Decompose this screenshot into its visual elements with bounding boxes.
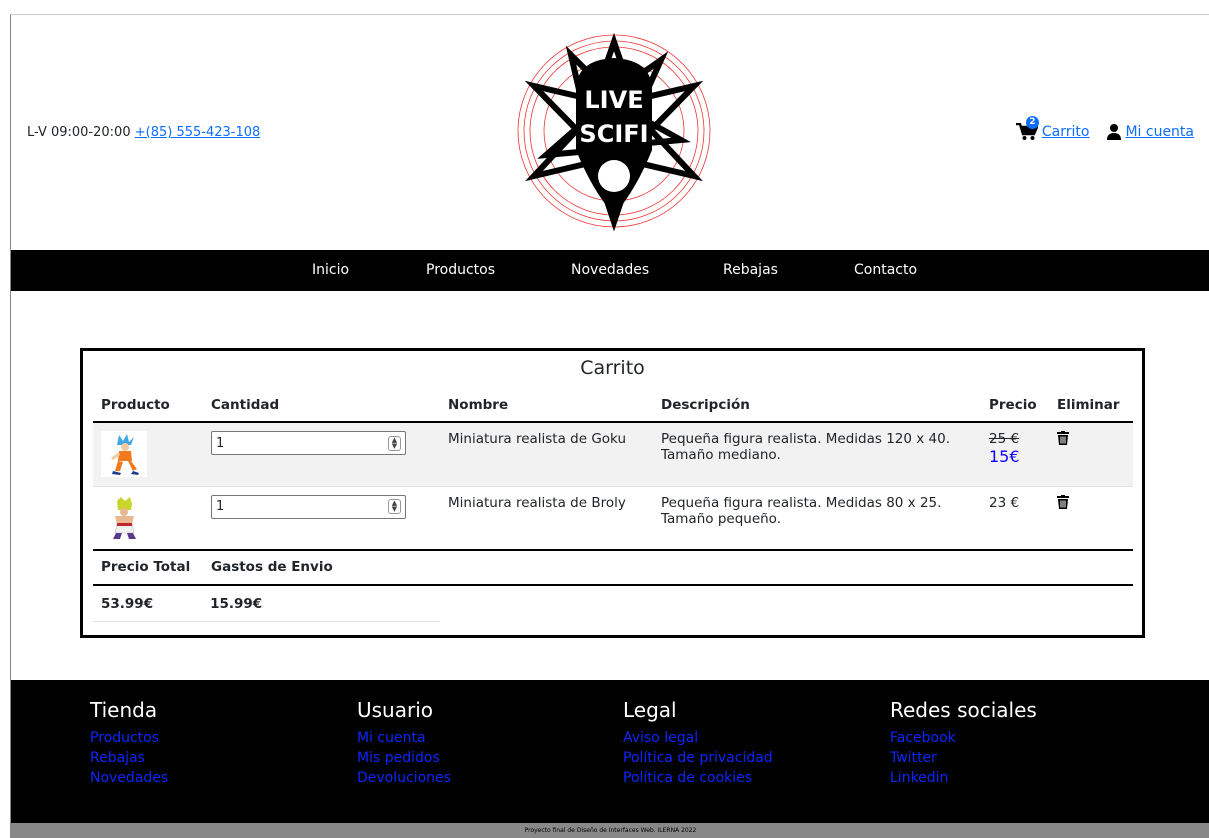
sale-price: 15€ (989, 447, 1020, 466)
cart-totals: Precio Total Gastos de Envio 53.99€ 15.9… (93, 550, 1133, 622)
trash-icon[interactable] (1057, 431, 1069, 445)
nav-item-inicio[interactable]: Inicio (312, 262, 349, 278)
footer-link-productos[interactable]: Productos (90, 728, 168, 748)
old-price: 25 € (989, 431, 1020, 447)
col-header-precio: Precio (989, 397, 1037, 413)
cart-table-header: Producto Cantidad Nombre Descripción Pre… (93, 389, 1133, 422)
shipping-value: 15.99€ (210, 595, 263, 612)
user-icon[interactable] (1107, 124, 1122, 140)
product-description: Pequeña figura realista. Medidas 80 x 25… (661, 494, 942, 527)
footer-link-novedades[interactable]: Novedades (90, 768, 168, 788)
total-value: 53.99€ (101, 595, 154, 612)
nav-item-novedades[interactable]: Novedades (571, 262, 649, 278)
footer-link-aviso-legal[interactable]: Aviso legal (623, 728, 773, 748)
footer-link-rebajas[interactable]: Rebajas (90, 748, 168, 768)
stepper-arrows-icon[interactable]: ▲ ▼ (388, 499, 401, 514)
quantity-value: 1 (216, 499, 225, 514)
footer-link-devoluciones[interactable]: Devoluciones (357, 768, 451, 788)
opening-hours-text: L-V 09:00-20:00 (27, 125, 131, 140)
cart-row: 1 ▲ ▼ Miniatura realista de Broly Pequeña… (93, 486, 1133, 550)
cart-title: Carrito (580, 357, 645, 379)
nav-item-rebajas[interactable]: Rebajas (723, 262, 778, 278)
account-link[interactable]: Mi cuenta (1125, 124, 1194, 140)
footer-link-cookies[interactable]: Política de cookies (623, 768, 773, 788)
col-header-nombre: Nombre (448, 397, 509, 413)
footer-column-tienda: Tienda Productos Rebajas Novedades (90, 698, 168, 788)
cart-icon[interactable]: 2 (1015, 116, 1039, 141)
col-header-descripcion: Descripción (661, 397, 750, 413)
stepper-arrows-icon[interactable]: ▲ ▼ (388, 435, 401, 451)
logo-text-scifi: SCIFI (579, 120, 648, 148)
site-logo[interactable]: LIVE SCIFI (516, 30, 712, 232)
footer-column-usuario: Usuario Mi cuenta Mis pedidos Devolucion… (357, 698, 451, 788)
price-cell: 25 € 15€ (981, 422, 1049, 486)
footer-link-privacidad[interactable]: Política de privacidad (623, 748, 773, 768)
footer-link-linkedin[interactable]: Linkedin (890, 768, 1037, 788)
trash-icon[interactable] (1057, 494, 1069, 509)
product-image-cell (93, 422, 203, 486)
col-header-producto: Producto (101, 397, 170, 413)
broly-figure-image[interactable] (101, 494, 147, 541)
logo-text-live: LIVE (584, 86, 643, 114)
quantity-value: 1 (216, 435, 225, 451)
col-header-eliminar: Eliminar (1057, 397, 1120, 413)
page: L-V 09:00-20:00 +(85) 555-423-108 LIVE S… (10, 14, 1209, 838)
footer-link-facebook[interactable]: Facebook (890, 728, 1037, 748)
shipping-label: Gastos de Envio (211, 559, 333, 575)
site-header: L-V 09:00-20:00 +(85) 555-423-108 LIVE S… (11, 15, 1209, 250)
cart-link[interactable]: Carrito (1042, 124, 1090, 140)
delete-cell (1049, 422, 1133, 486)
goku-figure-image[interactable] (101, 431, 147, 477)
footer-heading: Usuario (357, 698, 434, 722)
product-name: Miniatura realista de Broly (448, 494, 626, 511)
footer-heading: Redes sociales (890, 698, 1037, 722)
total-label: Precio Total (101, 559, 191, 575)
product-description: Pequeña figura realista. Medidas 120 x 4… (661, 431, 951, 463)
totals-values: 53.99€ 15.99€ (93, 586, 440, 622)
product-name: Miniatura realista de Goku (448, 431, 627, 447)
account-link-group: Mi cuenta (1107, 124, 1194, 140)
delete-cell (1049, 486, 1133, 550)
quantity-cell: 1 ▲ ▼ (203, 422, 440, 486)
cart-link-group: 2 Carrito (1015, 116, 1090, 141)
price-cell: 23 € (981, 486, 1049, 550)
phone-link[interactable]: +(85) 555-423-108 (135, 125, 261, 140)
footer-heading: Legal (623, 698, 677, 722)
cart-panel: Carrito Producto Cantidad Nombre Descrip… (80, 348, 1145, 638)
quantity-cell: 1 ▲ ▼ (203, 486, 440, 550)
main-nav: Inicio Productos Novedades Rebajas Conta… (11, 250, 1209, 291)
site-footer: Tienda Productos Rebajas Novedades Usuar… (11, 680, 1209, 823)
user-links: 2 Carrito Mi cuenta (1015, 116, 1194, 141)
price: 23 € (989, 494, 1020, 511)
cart-table: Producto Cantidad Nombre Descripción Pre… (93, 389, 1133, 551)
opening-hours: L-V 09:00-20:00 +(85) 555-423-108 (27, 125, 260, 140)
footer-link-mi-cuenta[interactable]: Mi cuenta (357, 728, 451, 748)
nav-item-contacto[interactable]: Contacto (854, 262, 917, 278)
cart-count-badge: 2 (1025, 116, 1039, 129)
product-image-cell (93, 486, 203, 550)
totals-header: Precio Total Gastos de Envio (93, 550, 1133, 586)
col-header-cantidad: Cantidad (211, 397, 280, 413)
quantity-stepper[interactable]: 1 ▲ ▼ (211, 431, 406, 455)
footer-column-redes: Redes sociales Facebook Twitter Linkedin (890, 698, 1037, 788)
footer-link-twitter[interactable]: Twitter (890, 748, 1037, 768)
footer-heading: Tienda (90, 698, 158, 722)
cart-row: 1 ▲ ▼ Miniatura realista de Goku Pequeña … (93, 422, 1133, 486)
quantity-stepper[interactable]: 1 ▲ ▼ (211, 494, 406, 519)
copyright-bar: Proyecto final de Diseño de Interfaces W… (11, 823, 1209, 838)
footer-column-legal: Legal Aviso legal Política de privacidad… (623, 698, 773, 788)
footer-link-mis-pedidos[interactable]: Mis pedidos (357, 748, 451, 768)
nav-item-productos[interactable]: Productos (426, 262, 495, 278)
